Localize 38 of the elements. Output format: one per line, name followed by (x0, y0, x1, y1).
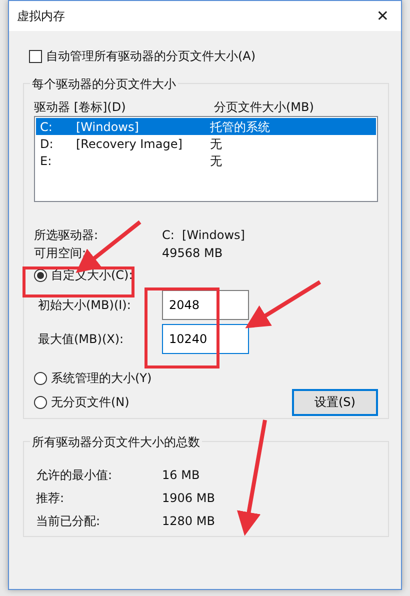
list-cell-text: C: (39, 118, 54, 136)
info-label: 所选驱动器: (34, 227, 100, 244)
radio-button[interactable] (34, 268, 47, 282)
total-label: 当前已分配: (36, 513, 102, 530)
list-cell-text: 无 (210, 152, 222, 170)
radio-button[interactable] (34, 396, 47, 408)
field-label: 最大值(MB)(X): (38, 331, 125, 348)
group-title: 每个驱动器的分页文件大小 (30, 75, 178, 93)
checkbox-label[interactable]: 自动管理所有驱动器的分页文件大小(A) (46, 47, 256, 65)
input-field[interactable]: 2048 (162, 290, 249, 320)
radio-label[interactable]: 系统管理的大小(Y) (51, 369, 152, 387)
total-value: 16 MB (162, 467, 200, 484)
list-cell-text: 托管的系统 (210, 118, 270, 136)
column-header: 分页文件大小(MB) (214, 99, 314, 116)
total-label: 推荐: (36, 490, 66, 507)
total-value: 1280 MB (162, 513, 215, 530)
close-button[interactable]: ✕ (372, 4, 393, 28)
info-value: 49568 MB (162, 245, 223, 262)
window-title: 虚拟内存 (17, 8, 65, 25)
list-cell-text: E: (39, 152, 53, 170)
input-field[interactable]: 10240 (162, 324, 249, 354)
radio-label[interactable]: 无分页文件(N) (51, 393, 130, 411)
total-value: 1906 MB (162, 490, 215, 507)
list-cell-text: [Windows] (76, 118, 140, 136)
radio-button[interactable] (34, 372, 47, 384)
checkbox[interactable] (29, 50, 42, 62)
total-label: 允许的最小值: (36, 467, 114, 484)
list-row[interactable]: D: [Recovery Image] 无 (36, 135, 376, 152)
set-button[interactable]: 设置(S) (292, 388, 378, 416)
group-title: 所有驱动器分页文件大小的总数 (30, 433, 202, 451)
list-row[interactable]: E: 无 (36, 152, 376, 169)
field-label: 初始大小(MB)(I): (38, 297, 132, 314)
list-row[interactable]: C: [Windows] 托管的系统 (36, 118, 376, 135)
list-cell-text: 无 (210, 136, 222, 152)
info-value: C: [Windows] (162, 227, 245, 244)
list-cell-text: [Recovery Image] (76, 136, 184, 152)
list-cell-text: D: (39, 136, 54, 152)
column-header: 驱动器 [卷标](D) (34, 99, 127, 116)
